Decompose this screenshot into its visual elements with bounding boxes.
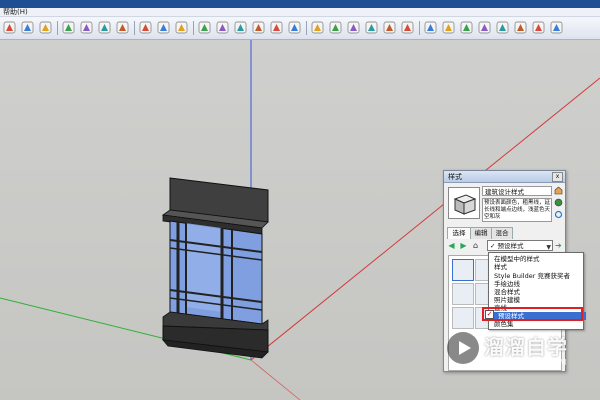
section-icon[interactable]: [513, 20, 528, 35]
pan-icon[interactable]: [79, 20, 94, 35]
eraser-icon[interactable]: [423, 20, 438, 35]
style-thumbnail: [448, 187, 480, 219]
menu-help[interactable]: 帮助(H): [3, 7, 28, 17]
materials-icon[interactable]: [156, 20, 171, 35]
refresh-icon[interactable]: [554, 210, 563, 219]
style-collection-value: 预设样式: [497, 242, 524, 250]
paint-brush-icon[interactable]: [554, 198, 563, 207]
polygon-icon[interactable]: [382, 20, 397, 35]
play-logo-icon: [447, 332, 479, 364]
scale-icon[interactable]: [287, 20, 302, 35]
axes-icon[interactable]: [495, 20, 510, 35]
panel-title: 样式: [448, 173, 462, 181]
style-thumbnail-item[interactable]: [452, 259, 474, 281]
paint-bucket-icon[interactable]: [38, 20, 53, 35]
style-name-field[interactable]: 建筑设计样式: [482, 186, 552, 196]
dropdown-item[interactable]: 在模型中的样式: [494, 255, 582, 263]
watermark-text: 溜溜自学: [484, 335, 568, 359]
window-title-strip: [0, 0, 600, 8]
dimension-icon[interactable]: [477, 20, 492, 35]
house-icon[interactable]: [554, 186, 563, 195]
tab-select[interactable]: 选择: [447, 227, 471, 239]
freehand-icon[interactable]: [400, 20, 415, 35]
details-icon[interactable]: ➔: [555, 241, 564, 250]
move-icon[interactable]: [269, 20, 284, 35]
rotate-icon[interactable]: [251, 20, 266, 35]
style-thumbnail-item[interactable]: [452, 307, 474, 329]
forward-icon[interactable]: ▶: [459, 241, 468, 250]
follow-me-icon[interactable]: [233, 20, 248, 35]
zoom-icon[interactable]: [97, 20, 112, 35]
zoom-extents-icon[interactable]: [115, 20, 130, 35]
look-around-icon[interactable]: [549, 20, 564, 35]
menu-bar: 帮助(H): [0, 8, 600, 17]
red-axis-dotted: [250, 359, 301, 400]
checkmark-icon: ✓: [490, 242, 498, 250]
highlight-box: [482, 307, 583, 321]
watermark: 溜溜自学 ZIXUE.3066.COM: [447, 327, 571, 375]
home-icon[interactable]: ⌂: [471, 241, 480, 250]
styles-panel-titlebar[interactable]: 样式 x: [444, 171, 565, 183]
text-icon[interactable]: [20, 20, 35, 35]
toolbar-separator: [193, 21, 194, 35]
rectangle-icon[interactable]: [346, 20, 361, 35]
style-thumbnail-item[interactable]: [452, 283, 474, 305]
arc-icon[interactable]: [328, 20, 343, 35]
protractor-icon[interactable]: [459, 20, 474, 35]
select-icon[interactable]: [2, 20, 17, 35]
push-pull-icon[interactable]: [197, 20, 212, 35]
dropdown-item[interactable]: 手绘边线: [494, 280, 582, 288]
toolbar-separator: [419, 21, 420, 35]
walk-icon[interactable]: [531, 20, 546, 35]
dropdown-item[interactable]: 样式: [494, 263, 582, 271]
toolbar-separator: [134, 21, 135, 35]
tape-measure-icon[interactable]: [441, 20, 456, 35]
tab-edit[interactable]: 编辑: [470, 227, 492, 239]
outliner-icon[interactable]: [174, 20, 189, 35]
dropdown-item[interactable]: 照片建模: [494, 296, 582, 304]
orbit-icon[interactable]: [61, 20, 76, 35]
window-model: [161, 177, 269, 359]
line-icon[interactable]: [310, 20, 325, 35]
components-icon[interactable]: [138, 20, 153, 35]
offset-icon[interactable]: [215, 20, 230, 35]
dropdown-item[interactable]: Style Builder 竞赛获奖者: [494, 272, 582, 280]
toolbar-separator: [306, 21, 307, 35]
cube-icon: [453, 194, 477, 215]
style-collection-select[interactable]: ✓ 预设样式 ▼: [487, 240, 553, 251]
back-icon[interactable]: ◀: [447, 241, 456, 250]
style-description-field[interactable]: 预设表面颜色，粗黑线，延长线和端点边线，浅蓝色天空和灰: [482, 198, 552, 222]
watermark-url: ZIXUE.3066.COM: [485, 358, 568, 367]
tab-mix[interactable]: 混合: [491, 227, 513, 239]
close-icon[interactable]: x: [552, 172, 563, 182]
dropdown-item[interactable]: 混合样式: [494, 288, 582, 296]
main-toolbar: [0, 17, 600, 40]
circle-icon[interactable]: [364, 20, 379, 35]
style-navigation: ◀ ▶ ⌂ ✓ 预设样式 ▼ ➔: [447, 240, 562, 252]
toolbar-separator: [57, 21, 58, 35]
